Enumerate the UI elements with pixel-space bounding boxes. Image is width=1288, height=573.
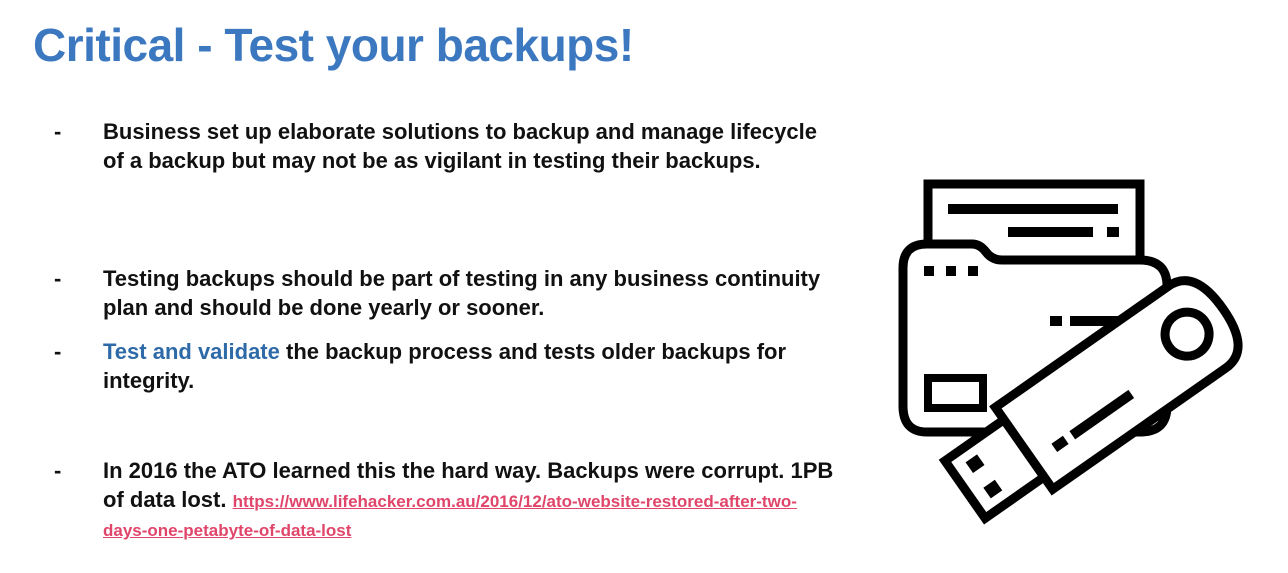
- bullet-item-business-solutions: - Business set up elaborate solutions to…: [50, 117, 840, 175]
- bullet-text: In 2016 the ATO learned this the hard wa…: [103, 456, 840, 543]
- slide-title: Critical - Test your backups!: [33, 19, 634, 71]
- bullet-item-testing-continuity: - Testing backups should be part of test…: [50, 264, 840, 322]
- bullet-dash: -: [54, 458, 62, 483]
- bullet-dash: -: [54, 119, 62, 144]
- usb-drive-and-folder-icon: [895, 176, 1285, 566]
- bullet-dash: -: [54, 339, 62, 364]
- bullet-dash: -: [54, 266, 62, 291]
- bullet-item-ato-incident: - In 2016 the ATO learned this the hard …: [50, 456, 840, 543]
- bullet-item-test-validate: - Test and validate the backup process a…: [50, 337, 840, 395]
- bullet-text: Test and validate the backup process and…: [103, 337, 840, 395]
- highlight-text: Test and validate: [103, 339, 280, 364]
- bullet-text: Business set up elaborate solutions to b…: [103, 119, 817, 173]
- bullet-text: Testing backups should be part of testin…: [103, 266, 821, 320]
